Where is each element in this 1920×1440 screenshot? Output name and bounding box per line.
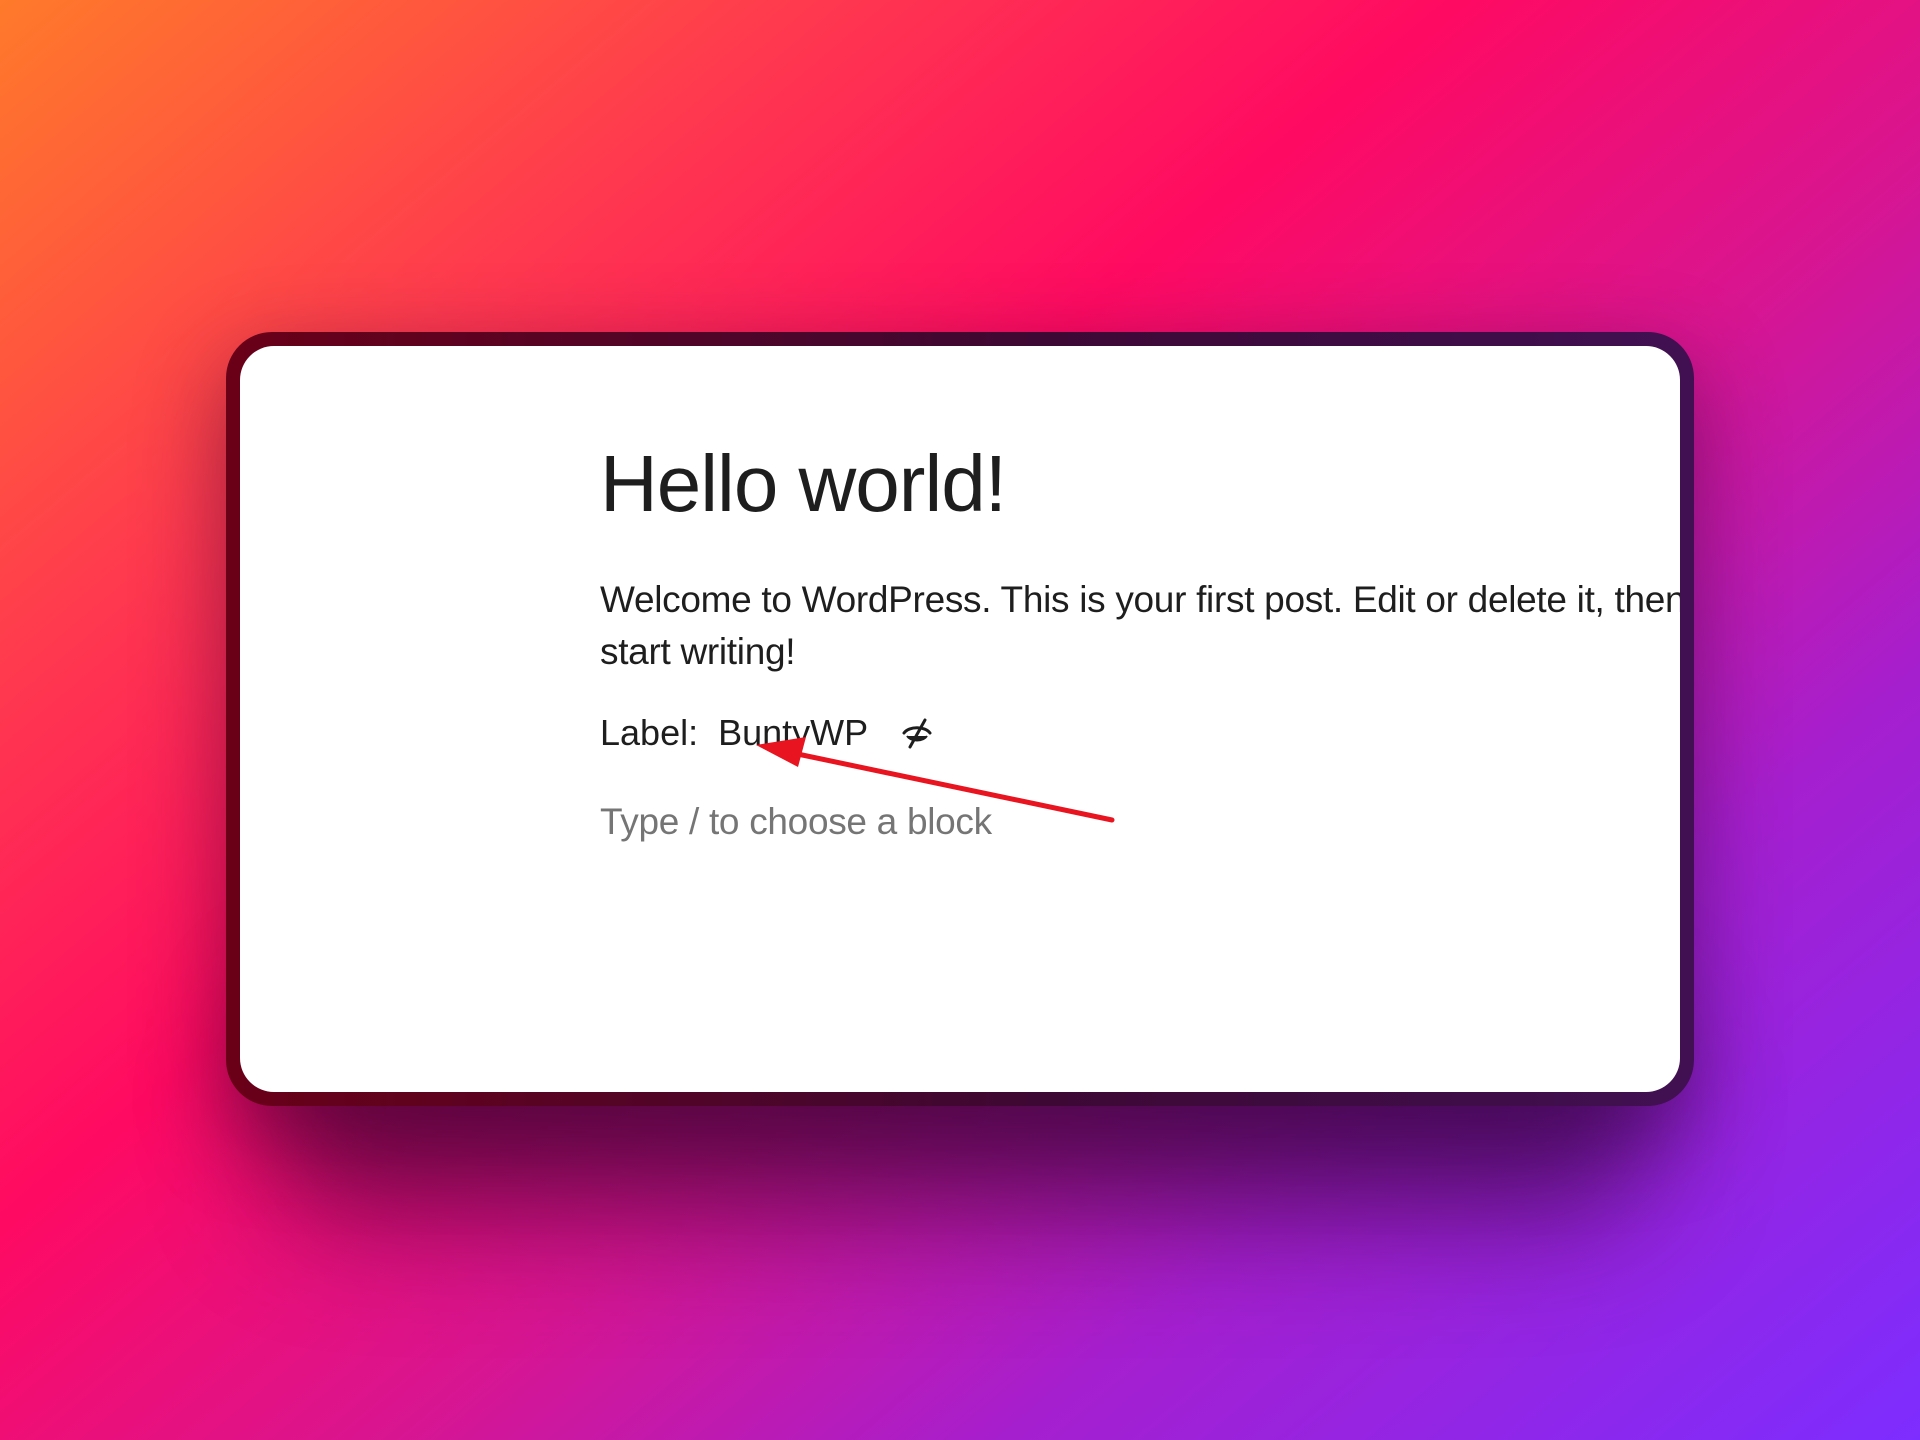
block-appender-placeholder[interactable]: Type / to choose a block: [600, 801, 992, 843]
label-key: Label: [600, 712, 689, 753]
eye-slash-icon[interactable]: [900, 716, 934, 750]
editor-canvas[interactable]: Hello world! Welcome to WordPress. This …: [240, 346, 1680, 1092]
label-value: BuntyWP: [718, 712, 869, 753]
label-block[interactable]: Label : BuntyWP: [600, 712, 934, 754]
paragraph-block[interactable]: Welcome to WordPress. This is your first…: [600, 574, 1680, 678]
post-title[interactable]: Hello world!: [600, 440, 1007, 528]
editor-window-frame: Hello world! Welcome to WordPress. This …: [226, 332, 1694, 1106]
label-colon: :: [688, 712, 699, 753]
eye-slash-icon-graphic: [902, 718, 932, 749]
